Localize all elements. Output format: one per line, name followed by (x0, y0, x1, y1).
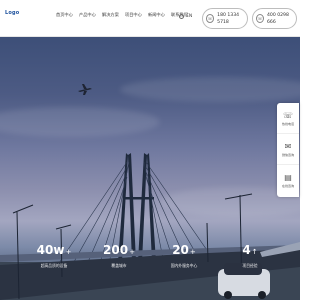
stat-value: 200 (103, 243, 129, 257)
stat-cities: 200+ 覆盖城市 (89, 244, 149, 269)
stat-value: 20 (172, 243, 189, 257)
stat-label: 国内外服务中心 (170, 263, 198, 268)
site-logo[interactable]: Logo (5, 10, 19, 16)
phone-number-mobile: 180 1334 5718 (217, 12, 240, 25)
stat-label: 覆盖城市 (111, 263, 127, 268)
chat-icon: ✉ (284, 141, 292, 151)
nav-item-home[interactable]: 首页中心 (56, 11, 79, 18)
stats-bar: 40w+ 超高品质的设备 200+ 覆盖城市 20+ 国内外服务中心 4↑ 项目… (0, 244, 300, 274)
stat-suffix: + (65, 248, 72, 256)
stat-devices: 40w+ 超高品质的设备 (24, 244, 84, 269)
nav-item-products[interactable]: 产品中心 (79, 11, 102, 18)
stat-value: 40w (36, 243, 65, 257)
nav-item-news[interactable]: 新闻中心 (148, 11, 171, 18)
stat-value: 4 (242, 243, 251, 257)
float-label: 在线咨询 (281, 184, 294, 188)
main-nav: 首页中心 产品中心 解决方案 项目中心 新闻中心 联系我们 (56, 11, 194, 18)
site-header: Logo 首页中心 产品中心 解决方案 项目中心 新闻中心 联系我们 EN ☏ … (0, 0, 300, 37)
globe-icon (179, 14, 184, 19)
phone-icon: ☏ (282, 110, 293, 120)
float-wechat-button[interactable]: ✉ 微信咨询 (277, 134, 299, 165)
nav-item-solutions[interactable]: 解决方案 (102, 11, 125, 18)
airplane-icon (78, 84, 92, 95)
float-message-button[interactable]: ▤ 在线咨询 (277, 165, 299, 196)
stat-suffix: ↑ (251, 248, 258, 256)
float-label: 热线电话 (281, 121, 294, 126)
phone-pill-hotline[interactable]: ☏ 400 0298 666 (252, 8, 297, 29)
phone-icon: ☏ (206, 14, 215, 23)
stat-label: 超高品质的设备 (40, 263, 68, 268)
language-label: EN (186, 14, 193, 19)
message-icon: ▤ (284, 173, 292, 182)
stat-experience: 4↑ 项目经验 (220, 244, 280, 269)
nav-item-projects[interactable]: 项目中心 (125, 11, 148, 18)
float-phone-button[interactable]: ☏ 热线电话 (277, 103, 299, 134)
float-label: 微信咨询 (281, 152, 294, 157)
stat-service-centers: 20+ 国内外服务中心 (154, 244, 214, 269)
stat-suffix: + (129, 248, 135, 256)
phone-icon: ☏ (256, 14, 264, 23)
floating-contact-menu: ☏ 热线电话 ✉ 微信咨询 ▤ 在线咨询 (277, 103, 299, 197)
stat-label: 项目经验 (242, 263, 258, 268)
language-switch[interactable]: EN (179, 14, 192, 19)
phone-pill-mobile[interactable]: ☏ 180 1334 5718 (202, 8, 248, 29)
stat-suffix: + (189, 248, 196, 256)
phone-number-hotline: 400 0298 666 (266, 12, 289, 25)
